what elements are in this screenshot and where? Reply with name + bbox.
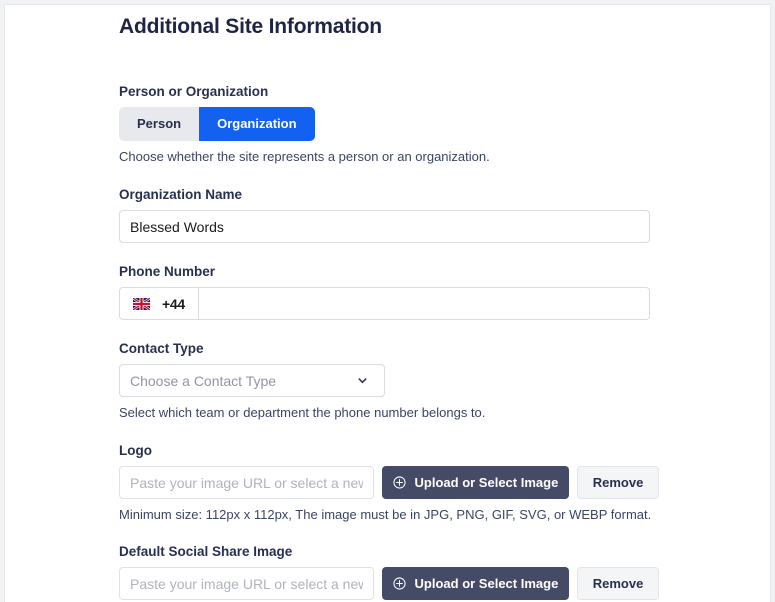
field-organization-name: Organization Name <box>119 186 659 243</box>
person-or-organization-label: Person or Organization <box>119 83 659 101</box>
field-contact-type: Contact Type Choose a Contact Type Selec… <box>119 340 659 422</box>
person-or-organization-toggle-group: Person Organization <box>119 107 315 141</box>
phone-number-input[interactable] <box>199 288 649 319</box>
default-social-share-image-label: Default Social Share Image <box>119 543 659 561</box>
gb-flag-icon <box>133 298 150 310</box>
chevron-down-icon <box>357 375 368 386</box>
logo-url-input[interactable] <box>119 466 374 499</box>
field-default-social-share-image: Default Social Share Image Upload or Sel… <box>119 543 659 602</box>
default-social-share-image-upload-button[interactable]: Upload or Select Image <box>382 567 569 600</box>
default-social-share-image-row: Upload or Select Image Remove <box>119 567 659 600</box>
person-or-organization-helper: Choose whether the site represents a per… <box>119 148 659 166</box>
contact-type-label: Contact Type <box>119 340 659 358</box>
contact-type-helper: Select which team or department the phon… <box>119 404 659 422</box>
form-content: Additional Site Information Person or Or… <box>119 5 659 602</box>
contact-type-select[interactable]: Choose a Contact Type <box>119 364 385 397</box>
field-logo: Logo Upload or Select Image Remove Minim… <box>119 442 659 524</box>
logo-label: Logo <box>119 442 659 460</box>
page-title: Additional Site Information <box>119 5 659 41</box>
organization-name-input[interactable] <box>119 210 650 243</box>
settings-panel: Additional Site Information Person or Or… <box>4 4 771 602</box>
contact-type-select-wrap: Choose a Contact Type <box>119 364 385 397</box>
phone-number-label: Phone Number <box>119 263 659 281</box>
plus-circle-icon <box>393 476 406 489</box>
logo-remove-button[interactable]: Remove <box>577 466 659 499</box>
logo-upload-button-label: Upload or Select Image <box>415 475 559 490</box>
default-social-share-image-url-input[interactable] <box>119 567 374 600</box>
field-phone-number: Phone Number +44 <box>119 263 659 320</box>
default-social-share-image-upload-button-label: Upload or Select Image <box>415 576 559 591</box>
organization-name-label: Organization Name <box>119 186 659 204</box>
country-code-selector[interactable]: +44 <box>120 288 199 319</box>
default-social-share-image-remove-button[interactable]: Remove <box>577 567 659 600</box>
logo-helper: Minimum size: 112px x 112px, The image m… <box>119 506 659 524</box>
field-person-or-organization: Person or Organization Person Organizati… <box>119 83 659 166</box>
toggle-option-organization[interactable]: Organization <box>199 107 314 141</box>
toggle-option-person[interactable]: Person <box>119 107 199 141</box>
logo-image-row: Upload or Select Image Remove <box>119 466 659 499</box>
logo-upload-button[interactable]: Upload or Select Image <box>382 466 569 499</box>
phone-number-row: +44 <box>119 287 650 320</box>
contact-type-selected-value: Choose a Contact Type <box>130 373 357 389</box>
plus-circle-icon <box>393 577 406 590</box>
dial-code-value: +44 <box>162 296 185 312</box>
